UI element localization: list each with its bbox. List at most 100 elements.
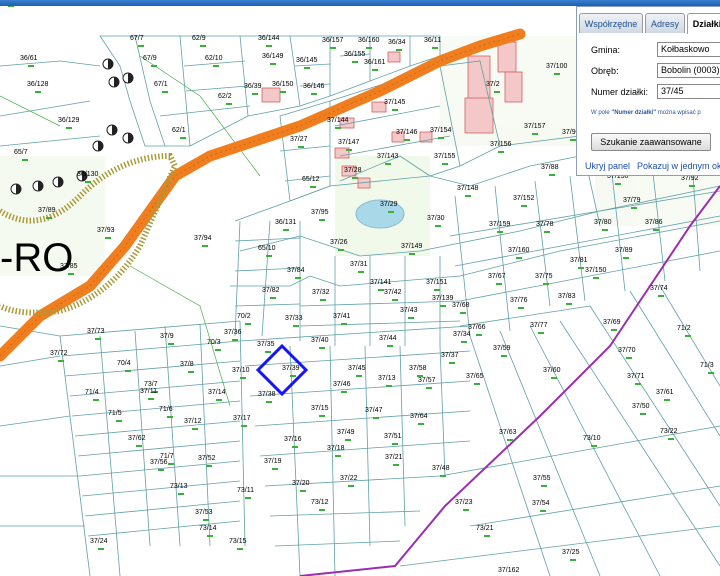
parcel-area-tag xyxy=(551,377,557,379)
parcel-area-tag xyxy=(200,45,206,47)
parcel-area-tag xyxy=(348,485,354,487)
hide-panel-link[interactable]: Ukryj panel xyxy=(585,161,630,171)
parcel-label: 73/10 xyxy=(583,435,601,442)
parcel-label: 36/145 xyxy=(296,57,318,64)
show-one-window-link[interactable]: Pokazuj w jednym okn xyxy=(637,161,720,171)
parcel-area-tag xyxy=(352,177,358,179)
parcel-area-tag xyxy=(136,445,142,447)
parcel-area-tag xyxy=(392,443,398,445)
parcel-area-tag xyxy=(664,399,670,401)
parcel-area-tag xyxy=(93,399,99,401)
parcel-label: 36/155 xyxy=(344,51,366,58)
parcel-area-tag xyxy=(167,416,173,418)
parcel-area-tag xyxy=(449,362,455,364)
obreb-label: Obręb: xyxy=(591,66,619,76)
parcel-label: 37/23 xyxy=(455,499,473,506)
parcel-label: 37/56 xyxy=(150,459,168,466)
tab-wspolrzedne[interactable]: Współrzędne xyxy=(579,13,643,33)
parcel-label: 37/89 xyxy=(615,247,633,254)
parcel-area-tag xyxy=(178,493,184,495)
parcel-area-tag xyxy=(216,399,222,401)
parcel-area-tag xyxy=(298,146,304,148)
parcel-label: 37/25 xyxy=(562,549,580,556)
parcel-area-tag xyxy=(440,475,446,477)
tree-icon-fill xyxy=(112,125,117,135)
parcel-area-tag xyxy=(28,65,34,67)
parcel-area-tag xyxy=(341,323,347,325)
parcel-label: 37/12 xyxy=(184,418,202,425)
tree-icon-fill xyxy=(108,59,113,69)
numer-row: Numer działki: 37/45 xyxy=(577,84,720,100)
parcel-label: 36/149 xyxy=(262,53,284,60)
parcel-area-tag xyxy=(465,195,471,197)
parcel-label: 36/150 xyxy=(272,81,294,88)
parcel-label: 62/9 xyxy=(192,35,206,42)
parcel-area-tag xyxy=(708,372,714,374)
parcel-label: 37/152 xyxy=(513,195,535,202)
parcel-area-tag xyxy=(290,375,296,377)
parcel-label: 37/31 xyxy=(350,261,368,268)
parcel-label: 37/53 xyxy=(195,509,213,516)
gmina-select[interactable]: Kołbaskowo xyxy=(657,42,720,57)
parcel-area-tag xyxy=(245,323,251,325)
numer-dzialki-input[interactable]: 37/45 xyxy=(657,84,720,99)
parcel-label: 37/159 xyxy=(489,221,511,228)
parcel-area-tag xyxy=(356,375,362,377)
parcel-label: 62/10 xyxy=(205,55,223,62)
obreb-select[interactable]: Bobolin (0003) xyxy=(657,63,720,78)
parcel-area-tag xyxy=(207,535,213,537)
tab-dzialki[interactable]: Działki xyxy=(687,13,720,34)
parcel-label: 65/10 xyxy=(258,245,276,252)
advanced-search-button[interactable]: Szukanie zaawansowane xyxy=(591,133,711,151)
parcel-area-tag xyxy=(434,289,440,291)
parcel-area-tag xyxy=(188,371,194,373)
parcel-area-tag xyxy=(498,151,504,153)
parcel-label: 37/8 xyxy=(180,361,194,368)
parcel-area-tag xyxy=(540,510,546,512)
parcel-label: 37/83 xyxy=(558,293,576,300)
parcel-area-tag xyxy=(474,383,480,385)
parcel-area-tag xyxy=(345,439,351,441)
panel-tabs: Współrzędne Adresy Działki xyxy=(577,13,720,34)
parcel-area-tag xyxy=(392,109,398,111)
parcel-label: 67/1 xyxy=(154,81,168,88)
parcel-area-tag xyxy=(341,391,347,393)
parcel-area-tag xyxy=(386,385,392,387)
parcel-area-tag xyxy=(635,383,641,385)
parcel-label: 37/147 xyxy=(338,139,360,146)
parcel-label: 37/94 xyxy=(194,235,212,242)
parcel-label: 71/3 xyxy=(700,362,714,369)
parcel-label: 37/27 xyxy=(290,136,308,143)
parcel-label: 37/17 xyxy=(233,415,251,422)
parcel-label: 37/160 xyxy=(508,247,530,254)
parcel-label: 37/65 xyxy=(466,373,484,380)
obreb-row: Obręb: Bobolin (0003) xyxy=(577,63,720,79)
parcel-area-tag xyxy=(387,345,393,347)
parcel-label: 37/70 xyxy=(618,347,636,354)
parcel-label: 37/42 xyxy=(384,289,402,296)
parcel-label: 37/141 xyxy=(370,279,392,286)
parcel-area-tag xyxy=(295,277,301,279)
parcel-area-tag xyxy=(158,469,164,471)
parcel-label: 37/28 xyxy=(344,167,362,174)
parcel-area-tag xyxy=(396,49,402,51)
parcel-area-tag xyxy=(409,253,415,255)
parcel-label: 37/59 xyxy=(493,345,511,352)
parcel-label: 37/22 xyxy=(340,475,358,482)
parcel-area-tag xyxy=(180,137,186,139)
parcel-label: 37/58 xyxy=(409,365,427,372)
parcel-area-tag xyxy=(266,45,272,47)
parcel-label: 36/129 xyxy=(58,117,80,124)
parcel-label: 37/95 xyxy=(311,209,329,216)
parcel-area-tag xyxy=(66,127,72,129)
parcel-area-tag xyxy=(151,65,157,67)
parcel-label: 73/21 xyxy=(476,525,494,532)
parcel-label: 37/143 xyxy=(377,153,399,160)
parcel-label: 37/15 xyxy=(311,405,329,412)
parcel-area-tag xyxy=(373,417,379,419)
parcel-label: 37/57 xyxy=(418,377,436,384)
parcel-label: 37/13 xyxy=(378,375,396,382)
parcel-area-tag xyxy=(319,219,325,221)
tab-adresy[interactable]: Adresy xyxy=(645,13,685,33)
parcel-label: 36/146 xyxy=(303,83,325,90)
